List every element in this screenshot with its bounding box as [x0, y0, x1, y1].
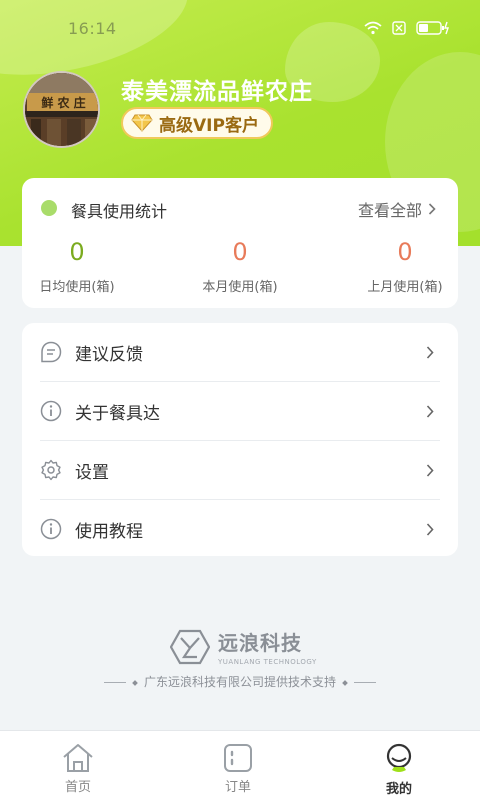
menu-item-label: 使用教程	[75, 521, 143, 542]
stat-value: 0	[232, 238, 248, 266]
tab-home[interactable]: 首页	[38, 743, 118, 795]
stat-label: 上月使用(箱)	[367, 280, 443, 295]
diamond-icon	[131, 114, 153, 132]
menu-item-about[interactable]: 关于餐具达	[22, 382, 458, 440]
tech-support-note: 广东远浪科技有限公司提供技术支持	[0, 673, 480, 690]
info-icon	[40, 518, 62, 540]
stat-daily: 0 日均使用(箱)	[27, 238, 127, 295]
tab-label: 我的	[385, 782, 412, 797]
tab-profile[interactable]: 我的	[359, 743, 439, 797]
stats-title: 餐具使用统计	[71, 202, 168, 221]
profile-icon	[386, 743, 412, 772]
battery-icon	[416, 21, 449, 35]
stats-dot-icon	[41, 200, 57, 216]
chevron-right-icon	[426, 404, 434, 418]
shop-name: 泰美漂流品鲜农庄	[121, 79, 313, 105]
usage-stats-card: 餐具使用统计 查看全部 0 日均使用(箱) 0 本月使用(箱) 0 上月使用(箱…	[22, 178, 458, 308]
diamond-bullet	[341, 679, 348, 686]
stat-label: 本月使用(箱)	[202, 280, 278, 295]
feedback-icon	[41, 341, 62, 363]
stat-label: 日均使用(箱)	[39, 280, 115, 295]
stat-this-month: 0 本月使用(箱)	[190, 238, 290, 295]
brand-name: 远浪科技	[218, 631, 302, 655]
gear-icon	[41, 459, 61, 481]
tab-label: 首页	[64, 780, 91, 795]
brand-logo: 远浪科技 YUANLANG TECHNOLOGY	[170, 627, 317, 666]
chevron-right-icon	[426, 463, 434, 477]
chevron-right-icon	[426, 345, 434, 359]
stat-value: 0	[397, 238, 413, 266]
status-icons	[364, 21, 450, 35]
chevron-right-icon	[426, 522, 434, 536]
vip-label: 高级VIP客户	[159, 115, 259, 136]
bottom-tab-bar: 首页 订单 我的	[0, 730, 480, 800]
view-all-label: 查看全部	[357, 201, 422, 220]
status-time: 16:14	[68, 19, 117, 38]
brand-mark-icon	[170, 629, 210, 664]
divider-line	[104, 682, 127, 683]
menu-item-label: 设置	[75, 462, 109, 483]
menu-item-feedback[interactable]: 建议反馈	[22, 323, 458, 381]
menu-item-settings[interactable]: 设置	[22, 441, 458, 499]
stat-last-month: 0 上月使用(箱)	[355, 238, 455, 295]
avatar[interactable]: 鲜 农 庄	[23, 71, 100, 148]
tab-orders[interactable]: 订单	[198, 743, 278, 795]
menu-item-tutorial[interactable]: 使用教程	[22, 500, 458, 558]
order-icon	[224, 744, 252, 772]
tab-label: 订单	[224, 780, 251, 795]
view-all-link[interactable]: 查看全部	[358, 197, 436, 221]
menu-card: 建议反馈 关于餐具达 设置 使用教程	[22, 323, 458, 556]
divider-line	[353, 682, 376, 683]
sim-icon	[392, 21, 406, 35]
home-icon	[63, 744, 93, 772]
status-bar: 16:14	[0, 0, 480, 56]
menu-item-label: 关于餐具达	[75, 403, 160, 424]
wifi-icon	[364, 21, 382, 35]
info-icon	[40, 400, 62, 422]
brand-subtitle: YUANLANG TECHNOLOGY	[218, 658, 317, 666]
avatar-sign-text: 鲜 农 庄	[41, 95, 85, 110]
vip-badge: 高级VIP客户	[121, 107, 273, 139]
menu-item-label: 建议反馈	[75, 344, 143, 365]
support-text: 广东远浪科技有限公司提供技术支持	[143, 675, 336, 689]
chevron-right-icon	[428, 203, 436, 215]
stat-value: 0	[69, 238, 85, 266]
diamond-bullet	[132, 679, 138, 686]
